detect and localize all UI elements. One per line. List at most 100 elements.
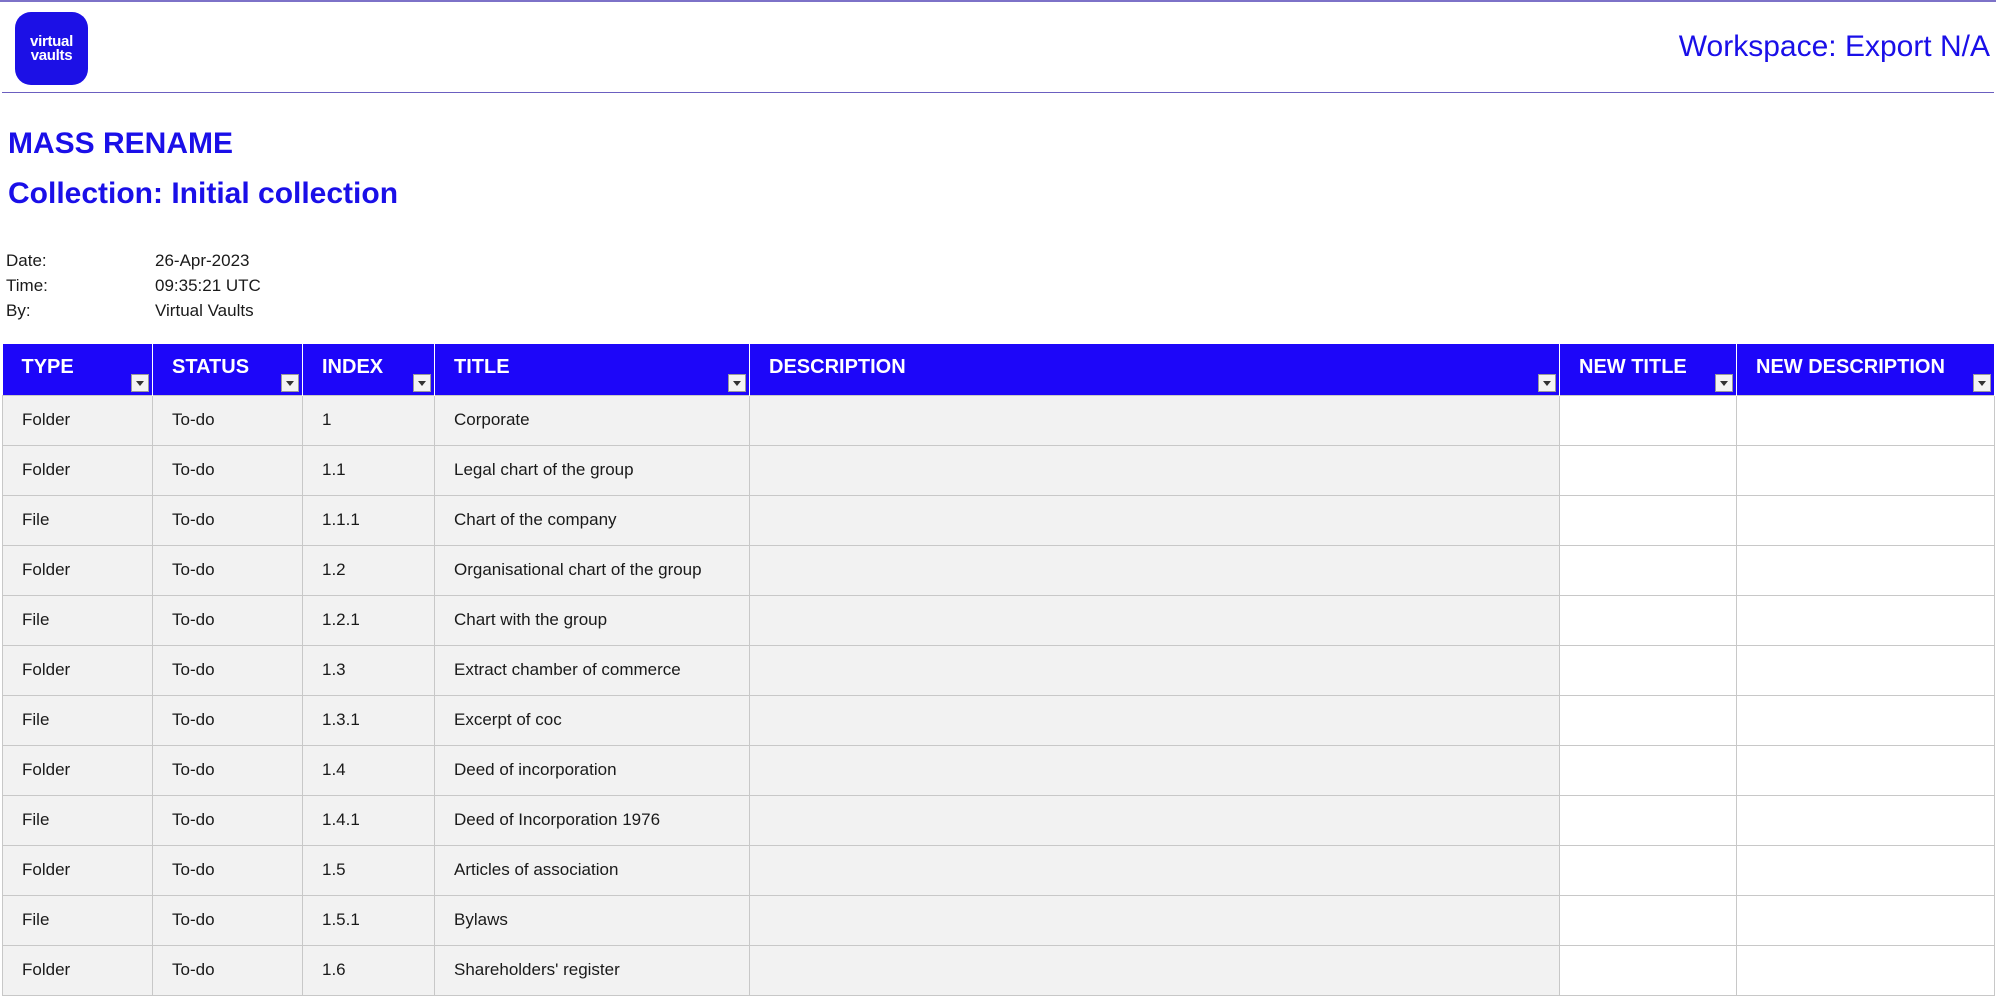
table-row: Folder To-do 1 Corporate [2, 394, 1995, 446]
cell-new-description[interactable] [1736, 594, 1995, 646]
cell-new-description[interactable] [1736, 394, 1995, 446]
table-row: File To-do 1.5.1 Bylaws [2, 894, 1995, 946]
meta-by-label: By: [6, 301, 31, 320]
cell-new-title[interactable] [1559, 544, 1737, 596]
cell-new-title[interactable] [1559, 944, 1737, 996]
column-header-description: DESCRIPTION [749, 344, 1560, 395]
cell-title: Deed of Incorporation 1976 [434, 794, 750, 846]
cell-new-title[interactable] [1559, 594, 1737, 646]
cell-description [749, 644, 1560, 696]
filter-dropdown-icon[interactable] [1715, 373, 1733, 392]
cell-type: File [2, 594, 153, 646]
rename-table: TYPE STATUS INDEX TITLE DESCRIPTION NEW … [2, 344, 1995, 996]
cell-new-description[interactable] [1736, 944, 1995, 996]
cell-index: 1 [302, 394, 435, 446]
column-header-label: STATUS [172, 355, 250, 378]
meta-time-label: Time: [6, 276, 48, 295]
table-row: Folder To-do 1.6 Shareholders' register [2, 944, 1995, 996]
cell-description [749, 744, 1560, 796]
cell-title: Corporate [434, 394, 750, 446]
table-header-row: TYPE STATUS INDEX TITLE DESCRIPTION NEW … [2, 344, 1995, 395]
cell-type: File [2, 794, 153, 846]
meta-row-time: Time: 09:35:21 UTC [6, 273, 261, 298]
cell-new-title[interactable] [1559, 444, 1737, 496]
cell-type: Folder [2, 644, 153, 696]
cell-new-title[interactable] [1559, 494, 1737, 546]
cell-new-description[interactable] [1736, 794, 1995, 846]
cell-index: 1.5 [302, 844, 435, 896]
cell-new-description[interactable] [1736, 894, 1995, 946]
cell-status: To-do [152, 844, 303, 896]
cell-title: Organisational chart of the group [434, 544, 750, 596]
cell-status: To-do [152, 744, 303, 796]
column-header-index: INDEX [302, 344, 435, 395]
column-header-label: INDEX [322, 355, 384, 378]
cell-new-description[interactable] [1736, 644, 1995, 696]
cell-index: 1.1.1 [302, 494, 435, 546]
cell-type: File [2, 894, 153, 946]
table-row: Folder To-do 1.5 Articles of association [2, 844, 1995, 896]
filter-dropdown-icon[interactable] [728, 373, 746, 392]
cell-new-title[interactable] [1559, 794, 1737, 846]
cell-description [749, 544, 1560, 596]
table-row: File To-do 1.4.1 Deed of Incorporation 1976 [2, 794, 1995, 846]
cell-title: Bylaws [434, 894, 750, 946]
cell-new-description[interactable] [1736, 444, 1995, 496]
logo-text-line2: vaults [30, 46, 73, 64]
cell-type: Folder [2, 744, 153, 796]
cell-new-description[interactable] [1736, 694, 1995, 746]
cell-status: To-do [152, 494, 303, 546]
cell-index: 1.2 [302, 544, 435, 596]
cell-description [749, 844, 1560, 896]
cell-title: Excerpt of coc [434, 694, 750, 746]
table-row: Folder To-do 1.1 Legal chart of the group [2, 444, 1995, 496]
report-meta: Date: 26-Apr-2023 Time: 09:35:21 UTC By:… [6, 248, 261, 323]
cell-description [749, 694, 1560, 746]
meta-date-value: 26-Apr-2023 [155, 251, 250, 270]
cell-title: Chart of the company [434, 494, 750, 546]
cell-new-title[interactable] [1559, 894, 1737, 946]
filter-dropdown-icon[interactable] [1973, 373, 1991, 392]
cell-description [749, 444, 1560, 496]
cell-description [749, 494, 1560, 546]
cell-type: Folder [2, 844, 153, 896]
cell-title: Chart with the group [434, 594, 750, 646]
cell-new-description[interactable] [1736, 544, 1995, 596]
column-header-label: TYPE [21, 355, 74, 378]
column-header-title: TITLE [434, 344, 750, 395]
cell-new-title[interactable] [1559, 844, 1737, 896]
virtual-vaults-logo: virtual vaults [15, 12, 88, 85]
cell-description [749, 944, 1560, 996]
filter-dropdown-icon[interactable] [1538, 373, 1556, 392]
cell-new-title[interactable] [1559, 694, 1737, 746]
table-row: Folder To-do 1.4 Deed of incorporation [2, 744, 1995, 796]
cell-new-title[interactable] [1559, 644, 1737, 696]
cell-new-description[interactable] [1736, 744, 1995, 796]
filter-dropdown-icon[interactable] [413, 373, 431, 392]
filter-dropdown-icon[interactable] [281, 373, 299, 392]
page-title: MASS RENAME [8, 127, 234, 160]
cell-index: 1.3.1 [302, 694, 435, 746]
column-header-new-title: NEW TITLE [1559, 344, 1737, 395]
cell-new-description[interactable] [1736, 844, 1995, 896]
filter-dropdown-icon[interactable] [131, 373, 149, 392]
cell-type: Folder [2, 944, 153, 996]
meta-date-label: Date: [6, 251, 47, 270]
table-row: Folder To-do 1.2 Organisational chart of th… [2, 544, 1995, 596]
column-header-status: STATUS [152, 344, 303, 395]
report-header: virtual vaults Workspace: Export N/A [2, 2, 1994, 93]
cell-new-description[interactable] [1736, 494, 1995, 546]
cell-title: Deed of incorporation [434, 744, 750, 796]
cell-type: File [2, 694, 153, 746]
meta-row-by: By: Virtual Vaults [6, 298, 261, 323]
cell-new-title[interactable] [1559, 744, 1737, 796]
column-header-label: DESCRIPTION [769, 355, 906, 378]
collection-title: Collection: Initial collection [8, 177, 399, 210]
cell-index: 1.4.1 [302, 794, 435, 846]
column-header-label: NEW DESCRIPTION [1756, 355, 1945, 378]
cell-type: Folder [2, 544, 153, 596]
cell-new-title[interactable] [1559, 394, 1737, 446]
cell-status: To-do [152, 794, 303, 846]
cell-description [749, 394, 1560, 446]
column-header-label: NEW TITLE [1579, 355, 1687, 378]
